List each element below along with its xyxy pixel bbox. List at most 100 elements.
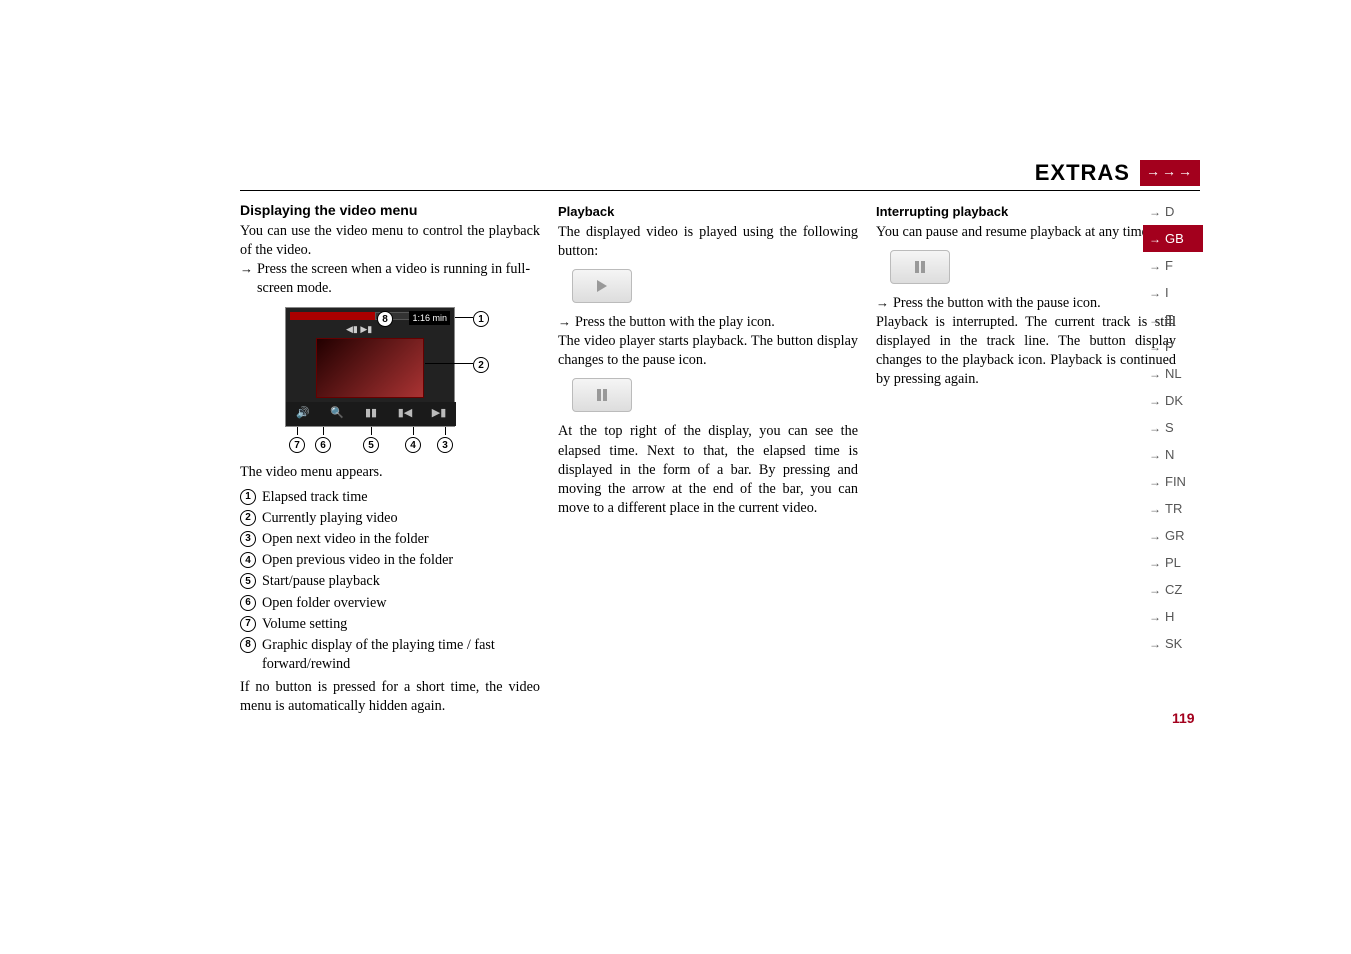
diagram-elapsed-time: 1:16 min [409, 311, 450, 325]
lang-nav-h[interactable]: →H [1143, 603, 1203, 630]
callout-2: 2 [473, 357, 489, 373]
callout-7: 7 [289, 437, 305, 453]
legend-num-4: 4 [240, 552, 256, 568]
arrow-icon: → [240, 260, 253, 298]
callout-5: 5 [363, 437, 379, 453]
arrow-icon: → [1149, 340, 1161, 354]
vol-icon: 🔊 [286, 406, 320, 421]
legend-7: Volume setting [262, 615, 347, 634]
video-menu-diagram: ◀▮ ▶▮ 1:16 min 🔊 🔍 ▮▮ ▮◀ ▶▮ 1 2 [285, 307, 495, 457]
lang-code: S [1165, 420, 1174, 435]
legend-3: Open next video in the folder [262, 530, 429, 549]
pause-icon [913, 260, 927, 274]
language-nav: →D→GB→F→I→E→P→NL→DK→S→N→FIN→TR→GR→PL→CZ→… [1143, 198, 1203, 657]
pause-icon: ▮▮ [354, 406, 388, 421]
col3-p2: Playback is interrupted. The current tra… [876, 313, 1176, 390]
lang-nav-p[interactable]: →P [1143, 333, 1203, 360]
lang-nav-d[interactable]: →D [1143, 198, 1203, 225]
lang-nav-pl[interactable]: →PL [1143, 549, 1203, 576]
lang-code: H [1165, 609, 1174, 624]
arrow-icon: → [1149, 529, 1161, 543]
arrow-icon: → [1149, 448, 1161, 462]
lang-nav-gb[interactable]: →GB [1143, 225, 1203, 252]
folder-icon: 🔍 [320, 406, 354, 421]
col2-p2: The video player starts playback. The bu… [558, 332, 858, 370]
pause-button-graphic [572, 378, 632, 412]
arrow-icon: → [1149, 286, 1161, 300]
play-icon [594, 278, 610, 294]
arrow-icon: → [1149, 475, 1161, 489]
lang-code: P [1165, 339, 1174, 354]
lang-code: D [1165, 204, 1174, 219]
lang-code: E [1165, 312, 1174, 327]
lang-nav-gr[interactable]: → GR [1143, 522, 1203, 549]
col1-tail: If no button is pressed for a short time… [240, 678, 540, 716]
col2-p1: The displayed video is played using the … [558, 223, 858, 261]
legend-6: Open folder overview [262, 594, 387, 613]
section-title: EXTRAS [1035, 160, 1130, 186]
lang-code: NL [1165, 366, 1182, 381]
col3-heading: Interrupting playback [876, 203, 1176, 221]
arrow-icon: → [1149, 232, 1161, 246]
lang-code: N [1165, 447, 1174, 462]
col3-bullet1: Press the button with the pause icon. [893, 294, 1101, 313]
lang-nav-fin[interactable]: → FIN [1143, 468, 1203, 495]
lang-code: SK [1165, 636, 1182, 651]
col1-intro: You can use the video menu to control th… [240, 222, 540, 260]
arrow-icon: → [1149, 421, 1161, 435]
arrow-icon: → [1149, 583, 1161, 597]
legend-2: Currently playing video [262, 509, 398, 528]
header-arrow-decor: →→→ [1140, 160, 1200, 186]
lang-nav-e[interactable]: →E [1143, 306, 1203, 333]
legend-num-7: 7 [240, 616, 256, 632]
lang-code: FIN [1165, 474, 1186, 489]
lang-code: PL [1165, 555, 1181, 570]
arrow-icon: → [1149, 313, 1161, 327]
play-button-graphic [572, 269, 632, 303]
lang-code: CZ [1165, 582, 1182, 597]
callout-8: 8 [377, 311, 393, 327]
col1-bullet: Press the screen when a video is running… [257, 260, 540, 298]
legend-num-3: 3 [240, 531, 256, 547]
lang-code: TR [1165, 501, 1182, 516]
col1-after-diagram: The video menu appears. [240, 463, 540, 482]
lang-code: F [1165, 258, 1173, 273]
arrow-icon: → [1149, 637, 1161, 651]
lang-nav-f[interactable]: →F [1143, 252, 1203, 279]
prev-icon: ▮◀ [388, 406, 422, 421]
arrow-icon: → [1149, 205, 1161, 219]
page-number: 119 [1172, 710, 1195, 726]
arrow-icon: → [1149, 367, 1161, 381]
lang-nav-dk[interactable]: → DK [1143, 387, 1203, 414]
lang-nav-cz[interactable]: → CZ [1143, 576, 1203, 603]
lang-nav-tr[interactable]: → TR [1143, 495, 1203, 522]
col2-bullet1: Press the button with the play icon. [575, 313, 775, 332]
legend-8: Graphic display of the playing time / fa… [262, 636, 540, 674]
lang-nav-nl[interactable]: → NL [1143, 360, 1203, 387]
callout-4: 4 [405, 437, 421, 453]
next-icon: ▶▮ [422, 406, 456, 421]
arrow-icon: → [1149, 259, 1161, 273]
callout-1: 1 [473, 311, 489, 327]
pause-icon [595, 388, 609, 402]
legend-num-8: 8 [240, 637, 256, 653]
col1-heading: Displaying the video menu [240, 201, 540, 220]
lang-nav-sk[interactable]: → SK [1143, 630, 1203, 657]
lang-code: DK [1165, 393, 1183, 408]
legend-1: Elapsed track time [262, 488, 368, 507]
lang-code: GR [1165, 528, 1185, 543]
legend-5: Start/pause playback [262, 572, 380, 591]
pause-button-graphic-2 [890, 250, 950, 284]
lang-nav-n[interactable]: →N [1143, 441, 1203, 468]
lang-nav-s[interactable]: →S [1143, 414, 1203, 441]
legend-num-2: 2 [240, 510, 256, 526]
legend-num-6: 6 [240, 595, 256, 611]
lang-nav-i[interactable]: →I [1143, 279, 1203, 306]
legend-num-1: 1 [240, 489, 256, 505]
arrow-icon: → [1149, 502, 1161, 516]
legend-num-5: 5 [240, 573, 256, 589]
legend-4: Open previous video in the folder [262, 551, 453, 570]
arrow-icon: → [1149, 394, 1161, 408]
col2-p3: At the top right of the display, you can… [558, 422, 858, 518]
arrow-icon: → [876, 294, 889, 313]
